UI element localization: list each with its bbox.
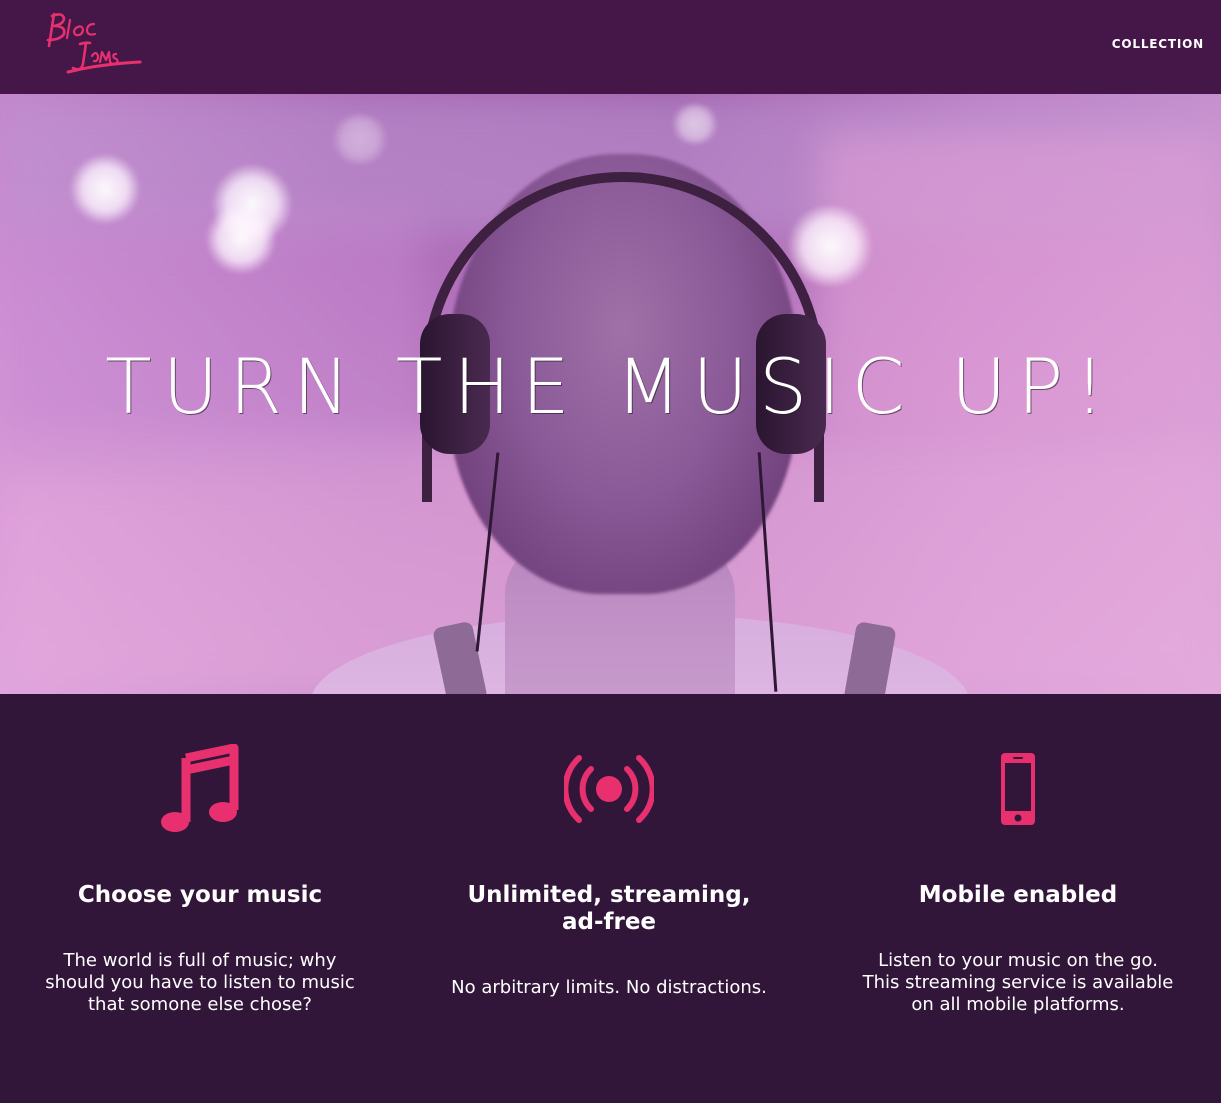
- selling-point-description: Listen to your music on the go. This str…: [862, 950, 1174, 1015]
- music-note-icon: [161, 744, 239, 832]
- nav-collection-link[interactable]: COLLECTION: [1112, 37, 1204, 51]
- selling-point-description: No arbitrary limits. No distractions.: [451, 977, 767, 998]
- broadcast-icon: [564, 755, 654, 823]
- selling-points-section: Choose your music The world is full of m…: [0, 694, 1221, 1103]
- selling-point-description: The world is full of music; why should y…: [45, 950, 355, 1015]
- hero-title: TURN THE MUSIC UP!: [105, 342, 1116, 431]
- bloc-jams-logo[interactable]: Bloc Jams: [40, 6, 150, 78]
- navbar: Bloc Jams COLLECTION: [0, 0, 1221, 94]
- hero-section: TURN THE MUSIC UP!: [0, 94, 1221, 694]
- selling-point-title: Choose your music: [77, 882, 323, 908]
- mobile-phone-icon: [1001, 753, 1035, 825]
- selling-point-title: Mobile enabled: [918, 882, 1118, 908]
- logo-script-icon: [46, 12, 142, 74]
- selling-point-title: Unlimited, streaming, ad-free: [467, 882, 751, 935]
